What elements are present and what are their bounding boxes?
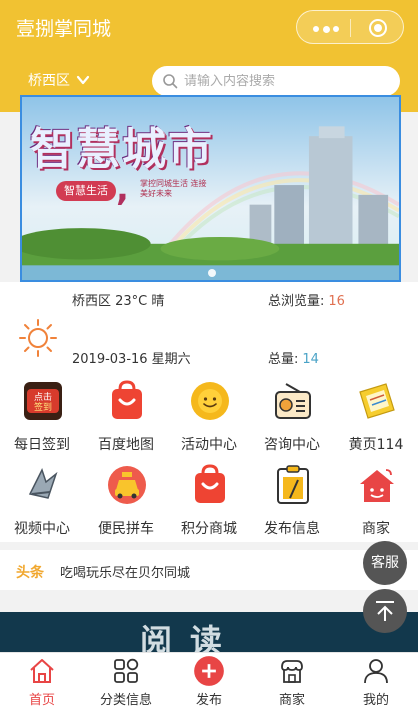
video-icon xyxy=(28,468,58,499)
mini-program-capsule xyxy=(296,10,404,44)
tab-label: 首页 xyxy=(28,693,55,708)
sign-in-icon: 点击签到 xyxy=(24,382,62,420)
grid-item-post-info[interactable]: 发布信息 xyxy=(250,456,334,538)
weather-date: 2019-03-16 星期六 xyxy=(72,352,191,367)
svg-text:签到: 签到 xyxy=(34,401,52,413)
search-icon xyxy=(163,74,178,89)
tab-label: 发布 xyxy=(195,693,222,708)
tab-publish[interactable]: 发布 xyxy=(167,653,251,708)
search-bar[interactable] xyxy=(152,66,400,96)
headline-text[interactable]: 吃喝玩乐尽在贝尔同城 xyxy=(60,562,190,581)
yellow-pages-icon xyxy=(359,383,395,419)
views-label: 总浏览量: xyxy=(268,294,325,309)
banner-slogan: 掌控同城生活 连接美好未来 xyxy=(140,179,207,198)
total-label: 总量: xyxy=(268,352,299,367)
close-target-icon[interactable] xyxy=(369,19,387,37)
home-icon xyxy=(30,659,54,683)
total-views-stat: 总浏览量: 16 xyxy=(268,290,345,309)
sun-weather-icon xyxy=(19,319,57,357)
banner-carousel[interactable]: 智慧城市 , 智慧生活 掌控同城生活 连接美好未来 xyxy=(20,95,401,282)
promo-text: 阅读 xyxy=(140,622,241,652)
taxi-icon xyxy=(108,466,146,504)
search-input[interactable] xyxy=(184,73,384,89)
capsule-divider xyxy=(350,19,351,37)
grid-item-activity-center[interactable]: 活动中心 xyxy=(167,372,251,454)
grid-item-label: 咨询中心 xyxy=(264,437,320,453)
back-to-top-button[interactable] xyxy=(363,589,407,633)
grid-item-label: 每日签到 xyxy=(14,437,70,453)
total-count-stat: 总量: 14 xyxy=(268,348,319,367)
district-selector[interactable]: 桥西区 xyxy=(28,70,90,90)
tab-label: 分类信息 xyxy=(99,693,152,708)
store-icon xyxy=(360,469,394,502)
headline-news-bar[interactable]: 头条 吃喝玩乐尽在贝尔同城 xyxy=(0,550,418,590)
weather-location-temp: 桥西区 23°C 晴 xyxy=(72,294,165,309)
chevron-down-icon xyxy=(76,75,90,85)
weather-panel xyxy=(0,282,418,372)
smiley-sun-icon xyxy=(191,382,229,420)
grid-item-label: 视频中心 xyxy=(14,521,70,537)
clipboard-icon xyxy=(277,465,309,504)
grid-item-baidu-map[interactable]: 百度地图 xyxy=(84,372,168,454)
headline-tag: 头条 xyxy=(16,565,44,581)
app-title: 壹捌掌同城 xyxy=(16,18,112,40)
promo-banner[interactable]: 阅读 xyxy=(0,612,418,652)
banner-tag: 智慧生活 xyxy=(56,181,116,201)
shopping-bag-icon xyxy=(112,380,142,419)
grid-item-label: 积分商城 xyxy=(181,521,237,537)
tab-label: 我的 xyxy=(362,693,389,708)
grid-item-consult-center[interactable]: 咨询中心 xyxy=(250,372,334,454)
merchant-icon xyxy=(281,660,303,683)
tab-mine[interactable]: 我的 xyxy=(334,653,418,708)
radio-icon xyxy=(275,383,311,419)
grid-item-merchant[interactable]: 商家 xyxy=(334,456,418,538)
grid-item-label: 商家 xyxy=(362,521,390,537)
grid-item-label: 黄页114 xyxy=(348,437,404,453)
district-label: 桥西区 xyxy=(28,73,70,89)
arrow-up-icon xyxy=(376,601,394,621)
customer-service-button[interactable]: 客服 xyxy=(363,541,407,585)
tab-merchant[interactable]: 商家 xyxy=(250,653,334,708)
feature-grid: 点击 签到 每日签到 百度地图 活动中心 咨询中心 黄页114 视频中心 便民拼车… xyxy=(0,372,418,542)
grid-item-label: 便民拼车 xyxy=(98,521,154,537)
total-value: 14 xyxy=(302,352,319,367)
tab-home[interactable]: 首页 xyxy=(0,653,84,708)
banner-title: 智慧城市 xyxy=(30,124,214,175)
grid-item-video-center[interactable]: 视频中心 xyxy=(0,456,84,538)
category-icon xyxy=(114,658,139,683)
bottom-tabbar: 首页 分类信息 发布 商家 我的 xyxy=(0,652,418,708)
grid-item-yellow-pages[interactable]: 黄页114 xyxy=(334,372,418,454)
tab-category[interactable]: 分类信息 xyxy=(84,653,168,708)
banner-comma: , xyxy=(116,169,129,209)
carousel-indicator[interactable] xyxy=(208,269,216,277)
shopping-bag-icon xyxy=(195,464,225,503)
grid-item-carpool[interactable]: 便民拼车 xyxy=(84,456,168,538)
grid-item-daily-sign-in[interactable]: 点击 签到 每日签到 xyxy=(0,372,84,454)
grid-item-label: 发布信息 xyxy=(264,521,320,537)
grid-item-label: 活动中心 xyxy=(181,437,237,453)
views-value: 16 xyxy=(328,294,345,309)
svg-text:点击: 点击 xyxy=(34,391,52,403)
grid-item-points-mall[interactable]: 积分商城 xyxy=(167,456,251,538)
plus-icon xyxy=(194,656,224,686)
tab-label: 商家 xyxy=(278,693,305,708)
more-menu-icon[interactable] xyxy=(313,25,339,33)
user-icon xyxy=(364,659,388,684)
grid-item-label: 百度地图 xyxy=(98,437,154,453)
